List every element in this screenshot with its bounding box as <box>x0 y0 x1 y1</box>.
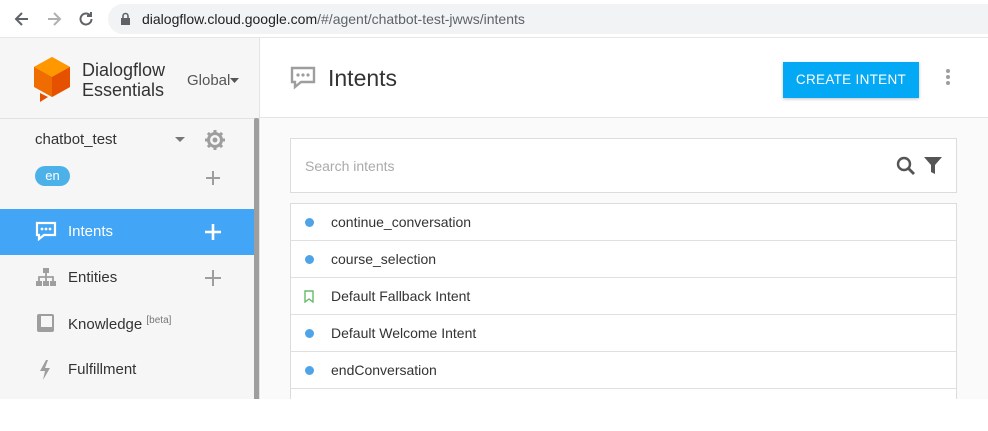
create-intent-button[interactable]: CREATE INTENT <box>783 62 919 98</box>
intent-status-dot <box>305 218 314 227</box>
sidebar-item-label: Entities <box>68 269 118 286</box>
brand-edition: Essentials <box>82 80 165 100</box>
add-intent-icon[interactable] <box>205 224 221 240</box>
reload-icon[interactable] <box>76 9 96 29</box>
sidebar-item-label: Knowledge [beta] <box>68 315 172 333</box>
lightning-icon <box>40 360 50 380</box>
intent-row[interactable]: endConversation <box>291 352 956 389</box>
sidebar-item-label: Fulfillment <box>68 361 137 378</box>
intent-row[interactable]: Default Fallback Intent <box>291 278 956 315</box>
book-icon <box>37 314 54 332</box>
filter-icon[interactable] <box>924 157 942 175</box>
sidebar-item-label: Intents <box>68 223 114 240</box>
language-badge[interactable]: en <box>35 166 70 186</box>
url-text: dialogflow.cloud.google.com/#/agent/chat… <box>142 11 525 27</box>
sidebar-item-intents[interactable]: Intents <box>0 209 254 255</box>
intent-name[interactable]: endConversation <box>331 362 437 378</box>
page-header: Intents CREATE INTENT <box>260 38 988 118</box>
more-vert-icon[interactable] <box>945 69 951 87</box>
chat-bubble-icon <box>35 221 57 241</box>
browser-toolbar: dialogflow.cloud.google.com/#/agent/chat… <box>0 0 988 38</box>
intent-status-dot <box>305 255 314 264</box>
gear-icon[interactable] <box>204 129 226 151</box>
back-arrow-icon[interactable] <box>12 9 32 29</box>
bookmark-icon <box>304 290 314 303</box>
intent-name[interactable]: Default Fallback Intent <box>331 288 470 304</box>
brand-name: Dialogflow <box>82 60 166 80</box>
sidebar-scrollbar[interactable] <box>254 118 259 399</box>
search-input[interactable] <box>305 153 865 179</box>
agent-dropdown-icon[interactable] <box>175 137 185 143</box>
agent-name[interactable]: chatbot_test <box>35 131 117 148</box>
main-content: Intents CREATE INTENT continue_conversat… <box>260 38 988 399</box>
intent-status-dot <box>305 329 314 338</box>
intent-list: continue_conversation course_selection D… <box>290 203 957 399</box>
add-entity-icon[interactable] <box>205 270 221 286</box>
hierarchy-icon <box>36 268 56 286</box>
page-title: Intents <box>328 65 398 91</box>
add-language-icon[interactable] <box>206 171 220 185</box>
intent-row[interactable]: Default Welcome Intent <box>291 315 956 352</box>
region-selector[interactable]: Global <box>187 72 230 89</box>
intent-name[interactable]: continue_conversation <box>331 214 471 230</box>
lock-icon <box>121 12 130 25</box>
sidebar: Dialogflow Essentials Global chatbot_tes… <box>0 38 260 399</box>
search-bar <box>290 138 957 193</box>
beta-tag: [beta] <box>146 315 172 326</box>
intent-status-dot <box>305 366 314 375</box>
sidebar-item-fulfillment[interactable]: Fulfillment <box>0 347 254 393</box>
search-icon[interactable] <box>896 156 916 176</box>
address-bar[interactable]: dialogflow.cloud.google.com/#/agent/chat… <box>108 4 988 34</box>
sidebar-item-knowledge[interactable]: Knowledge [beta] <box>0 301 254 347</box>
sidebar-item-entities[interactable]: Entities <box>0 255 254 301</box>
divider <box>0 118 259 119</box>
intent-row[interactable]: continue_conversation <box>291 204 956 241</box>
dialogflow-logo-icon <box>34 57 70 102</box>
forward-arrow-icon[interactable] <box>44 9 64 29</box>
caret-down-icon[interactable] <box>230 78 239 84</box>
intents-title-icon <box>290 66 316 90</box>
intent-name[interactable]: course_selection <box>331 251 436 267</box>
intent-name[interactable]: Default Welcome Intent <box>331 325 476 341</box>
intent-row[interactable]: course_selection <box>291 241 956 278</box>
intent-row[interactable] <box>291 389 956 399</box>
